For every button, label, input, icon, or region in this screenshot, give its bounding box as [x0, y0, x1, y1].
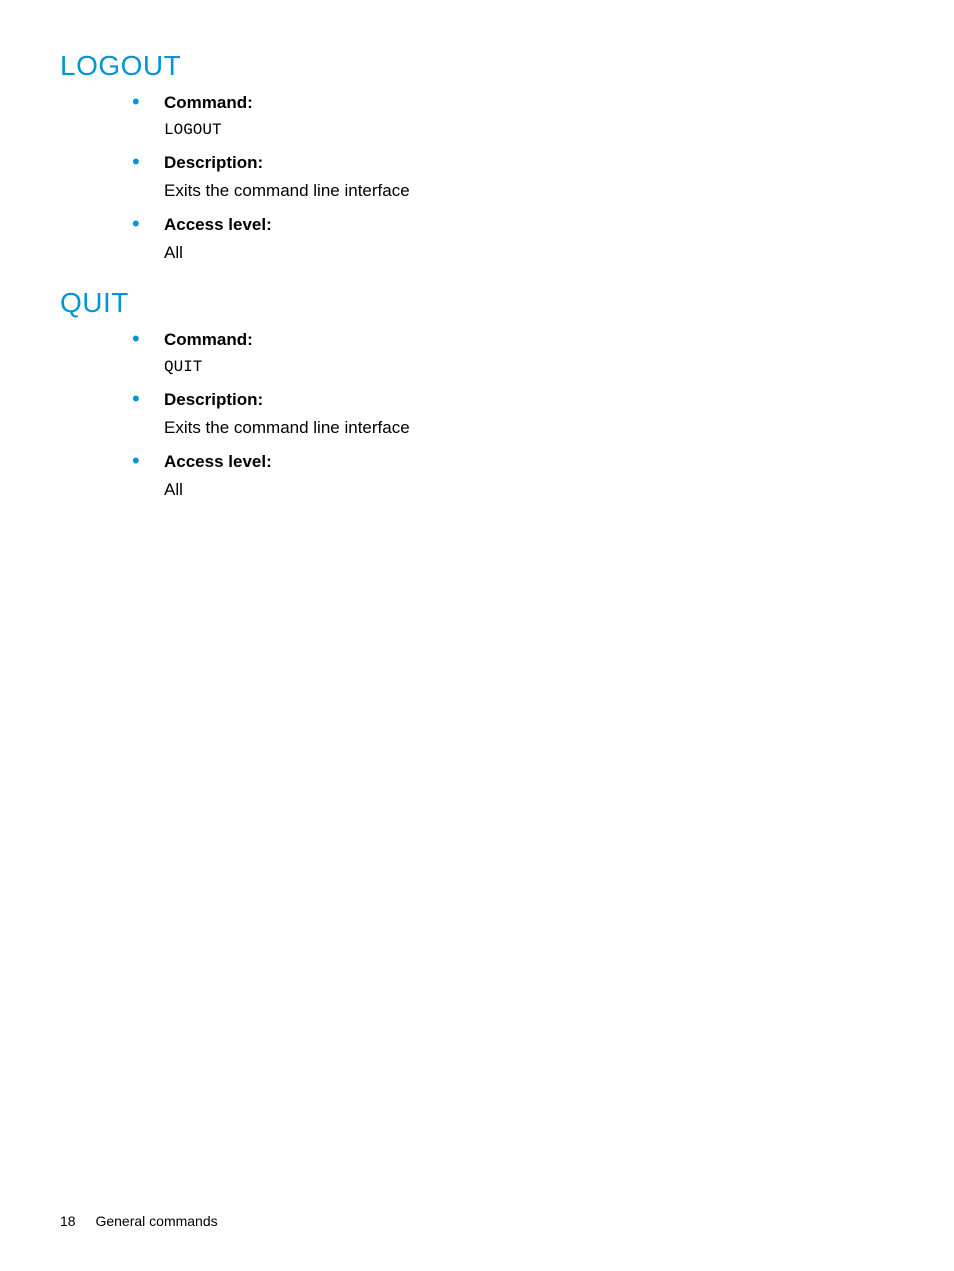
list-item: Description: Exits the command line inte…	[132, 152, 894, 204]
list-item: Description: Exits the command line inte…	[132, 389, 894, 441]
chapter-title: General commands	[95, 1213, 217, 1229]
item-value: All	[164, 240, 894, 266]
list-item: Access level: All	[132, 451, 894, 503]
section-logout: LOGOUT Command: LOGOUT Description: Exit…	[60, 50, 894, 265]
item-value: QUIT	[164, 355, 894, 379]
item-label: Description:	[164, 389, 894, 411]
page: LOGOUT Command: LOGOUT Description: Exit…	[0, 0, 954, 1271]
page-number: 18	[60, 1213, 76, 1229]
item-label: Access level:	[164, 451, 894, 473]
section-heading: LOGOUT	[60, 50, 894, 82]
section-quit: QUIT Command: QUIT Description: Exits th…	[60, 287, 894, 502]
page-footer: 18 General commands	[60, 1213, 218, 1229]
list-item: Command: QUIT	[132, 329, 894, 379]
list-item: Command: LOGOUT	[132, 92, 894, 142]
item-value: Exits the command line interface	[164, 415, 894, 441]
item-value: All	[164, 477, 894, 503]
item-label: Access level:	[164, 214, 894, 236]
bullet-list: Command: LOGOUT Description: Exits the c…	[60, 92, 894, 265]
item-label: Command:	[164, 92, 894, 114]
item-label: Description:	[164, 152, 894, 174]
item-label: Command:	[164, 329, 894, 351]
section-heading: QUIT	[60, 287, 894, 319]
bullet-list: Command: QUIT Description: Exits the com…	[60, 329, 894, 502]
item-value: LOGOUT	[164, 118, 894, 142]
list-item: Access level: All	[132, 214, 894, 266]
item-value: Exits the command line interface	[164, 178, 894, 204]
